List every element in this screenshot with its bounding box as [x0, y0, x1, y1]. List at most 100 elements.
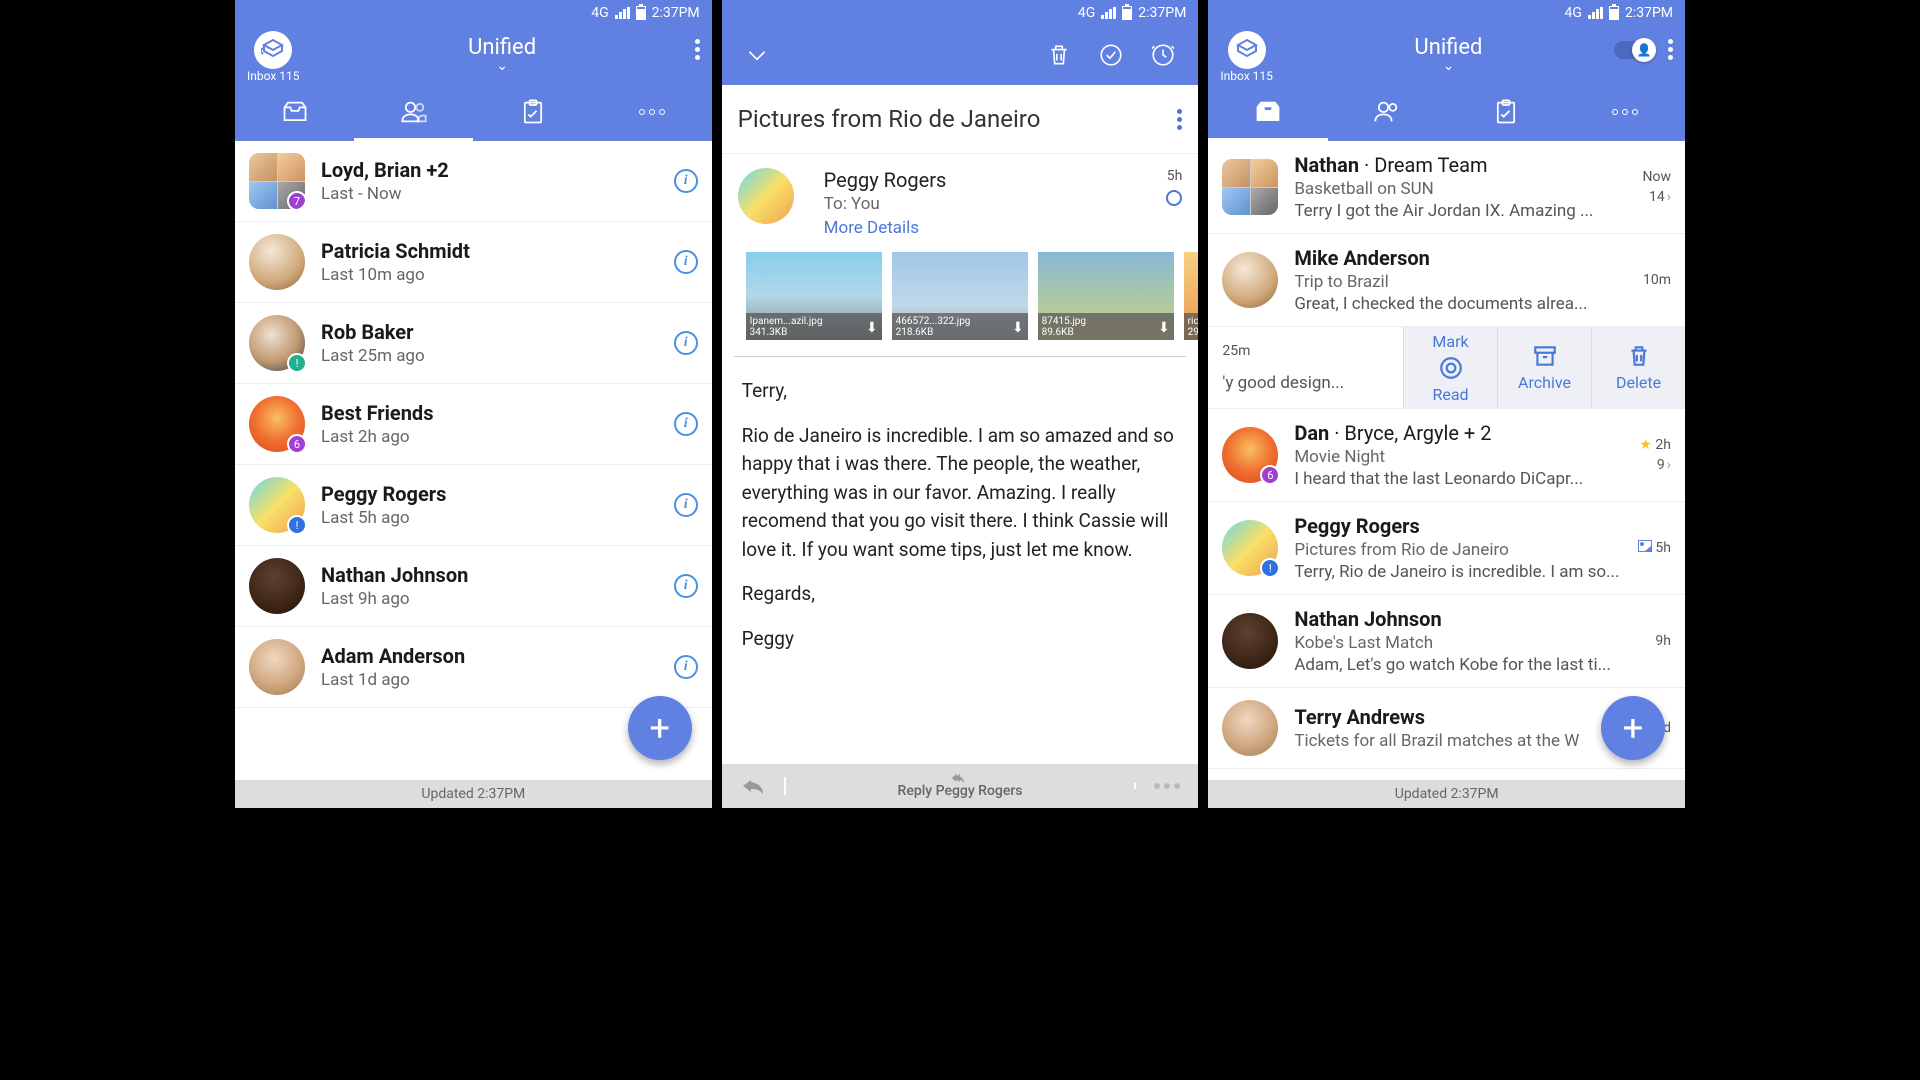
- tab-bar: [1208, 83, 1685, 141]
- compose-fab[interactable]: +: [628, 696, 692, 760]
- screen-inbox: 4G 2:37PM Inbox 115 Unified ⌄ 👤 Nathan ·…: [1208, 0, 1685, 808]
- chevron-down-icon: ⌄: [1283, 58, 1614, 74]
- avatar: [1222, 159, 1278, 215]
- contact-status: Last 9h ago: [321, 589, 674, 609]
- avatar: [1222, 700, 1278, 756]
- overflow-menu[interactable]: [695, 39, 700, 60]
- mark-button[interactable]: [1096, 40, 1126, 70]
- overflow-menu[interactable]: [1668, 39, 1673, 60]
- contact-row[interactable]: Nathan JohnsonLast 9h agoi: [235, 546, 712, 627]
- title-dropdown[interactable]: Unified ⌄: [1283, 35, 1614, 74]
- mark-read-button[interactable]: MarkRead: [1403, 327, 1497, 408]
- reply-all-button[interactable]: Reply Peggy Rogers: [786, 773, 1135, 799]
- compose-fab[interactable]: +: [1601, 696, 1665, 760]
- info-icon[interactable]: i: [674, 574, 698, 598]
- sender-name: Nathan · Dream Team: [1294, 153, 1634, 177]
- tab-more[interactable]: [593, 83, 712, 141]
- tab-tasks[interactable]: [473, 83, 592, 141]
- reply-button[interactable]: [722, 777, 786, 795]
- attachment-icon: [1638, 540, 1652, 552]
- signal-icon: [1588, 7, 1603, 19]
- info-icon[interactable]: i: [674, 250, 698, 274]
- delete-button[interactable]: Delete: [1591, 327, 1685, 408]
- title-dropdown[interactable]: Unified ⌄: [310, 35, 695, 74]
- email-list: Nathan · Dream TeamBasketball on SUNTerr…: [1208, 141, 1685, 780]
- attachment-label: 466572...322.jpg218.6KB: [892, 313, 1028, 340]
- contact-row[interactable]: !Peggy RogersLast 5h agoi: [235, 465, 712, 546]
- contact-row[interactable]: Patricia SchmidtLast 10m agoi: [235, 222, 712, 303]
- menu-button[interactable]: Inbox 115: [247, 31, 300, 83]
- star-icon: ★: [1639, 437, 1652, 453]
- email-meta: 10m: [1643, 272, 1671, 288]
- avatar: [249, 558, 305, 614]
- network-label: 4G: [591, 5, 608, 21]
- contact-row[interactable]: 6Best FriendsLast 2h agoi: [235, 384, 712, 465]
- badge: 6: [287, 434, 307, 454]
- download-icon[interactable]: ⬇: [1158, 320, 1170, 336]
- email-row[interactable]: !Peggy RogersPictures from Rio de Janeir…: [1208, 502, 1685, 595]
- email-subject: Trip to Brazil: [1294, 272, 1635, 292]
- signal-icon: [615, 7, 630, 19]
- download-icon[interactable]: ⬇: [866, 320, 878, 336]
- attachment-thumb[interactable]: rio-...29.7⬇: [1184, 252, 1199, 340]
- contact-status: Last 10m ago: [321, 265, 674, 285]
- screen-contacts: 4G 2:37PM Inbox 115 Unified ⌄ 7Loyd, Bri…: [235, 0, 712, 808]
- email-row[interactable]: Mike AndersonTrip to BrazilGreat, I chec…: [1208, 234, 1685, 327]
- email-row[interactable]: 6Dan · Bryce, Argyle + 2Movie NightI hea…: [1208, 409, 1685, 502]
- tab-people[interactable]: [1328, 83, 1447, 141]
- email-subject: Basketball on SUN: [1294, 179, 1634, 199]
- view-toggle[interactable]: 👤: [1614, 41, 1654, 59]
- contact-status: Last - Now: [321, 184, 674, 204]
- info-icon[interactable]: i: [674, 331, 698, 355]
- sender-row[interactable]: Peggy Rogers To: You More Details 5h: [722, 154, 1199, 252]
- tab-more[interactable]: [1566, 83, 1685, 141]
- archive-button[interactable]: Archive: [1497, 327, 1591, 408]
- avatar: 6: [249, 396, 305, 452]
- clock: 2:37PM: [1138, 5, 1186, 21]
- email-meta: Now14: [1643, 169, 1672, 205]
- info-icon[interactable]: i: [674, 412, 698, 436]
- attachment-label: 87415.jpg89.6KB: [1038, 313, 1174, 340]
- menu-button[interactable]: Inbox 115: [1220, 31, 1273, 83]
- footer-updated: Updated 2:37PM: [1208, 780, 1685, 808]
- info-icon[interactable]: i: [674, 169, 698, 193]
- email-row-swiped[interactable]: 25m 'y good design... MarkReadArchiveDelet…: [1208, 327, 1685, 409]
- info-icon[interactable]: i: [674, 655, 698, 679]
- read-indicator[interactable]: [1166, 190, 1182, 206]
- tab-tasks[interactable]: [1447, 83, 1566, 141]
- delete-button[interactable]: [1044, 40, 1074, 70]
- battery-icon: [1609, 6, 1619, 20]
- download-icon[interactable]: ⬇: [1012, 320, 1024, 336]
- tab-inbox[interactable]: [1208, 83, 1327, 141]
- attachment-thumb[interactable]: Ipanem...azil.jpg341.3KB⬇: [746, 252, 882, 340]
- email-preview: 'y good design...: [1222, 373, 1344, 393]
- badge: !: [287, 353, 307, 373]
- email-time: 25m: [1222, 343, 1250, 359]
- collapse-button[interactable]: [742, 40, 772, 70]
- avatar: !: [249, 477, 305, 533]
- thread-count: 9: [1657, 457, 1671, 473]
- message-menu[interactable]: [1177, 109, 1182, 130]
- tab-inbox[interactable]: [235, 83, 354, 141]
- attachment-thumb[interactable]: 466572...322.jpg218.6KB⬇: [892, 252, 1028, 340]
- chevron-down-icon: ⌄: [310, 58, 695, 74]
- email-row[interactable]: Nathan · Dream TeamBasketball on SUNTerr…: [1208, 141, 1685, 234]
- snooze-button[interactable]: [1148, 40, 1178, 70]
- attachment-thumb[interactable]: 87415.jpg89.6KB⬇: [1038, 252, 1174, 340]
- more-actions-button[interactable]: [1134, 783, 1198, 789]
- badge: !: [287, 515, 307, 535]
- email-row[interactable]: Nathan JohnsonKobe's Last MatchAdam, Let…: [1208, 595, 1685, 688]
- contact-row[interactable]: Adam AndersonLast 1d agoi: [235, 627, 712, 708]
- contact-row[interactable]: 7Loyd, Brian +2Last - Nowi: [235, 141, 712, 222]
- contact-row[interactable]: !Rob BakerLast 25m agoi: [235, 303, 712, 384]
- contact-name: Best Friends: [321, 401, 674, 425]
- badge: 7: [287, 191, 305, 209]
- contact-list: 7Loyd, Brian +2Last - NowiPatricia Schmi…: [235, 141, 712, 780]
- app-bar: Inbox 115 Unified ⌄ 👤: [1208, 25, 1685, 83]
- more-details-link[interactable]: More Details: [824, 218, 1153, 238]
- attachments: Ipanem...azil.jpg341.3KB⬇466572...322.jp…: [734, 252, 1187, 357]
- info-icon[interactable]: i: [674, 493, 698, 517]
- tab-people[interactable]: [354, 83, 473, 141]
- subject: Pictures from Rio de Janeiro: [738, 105, 1178, 133]
- message-body: Terry, Rio de Janeiro is incredible. I a…: [722, 357, 1199, 764]
